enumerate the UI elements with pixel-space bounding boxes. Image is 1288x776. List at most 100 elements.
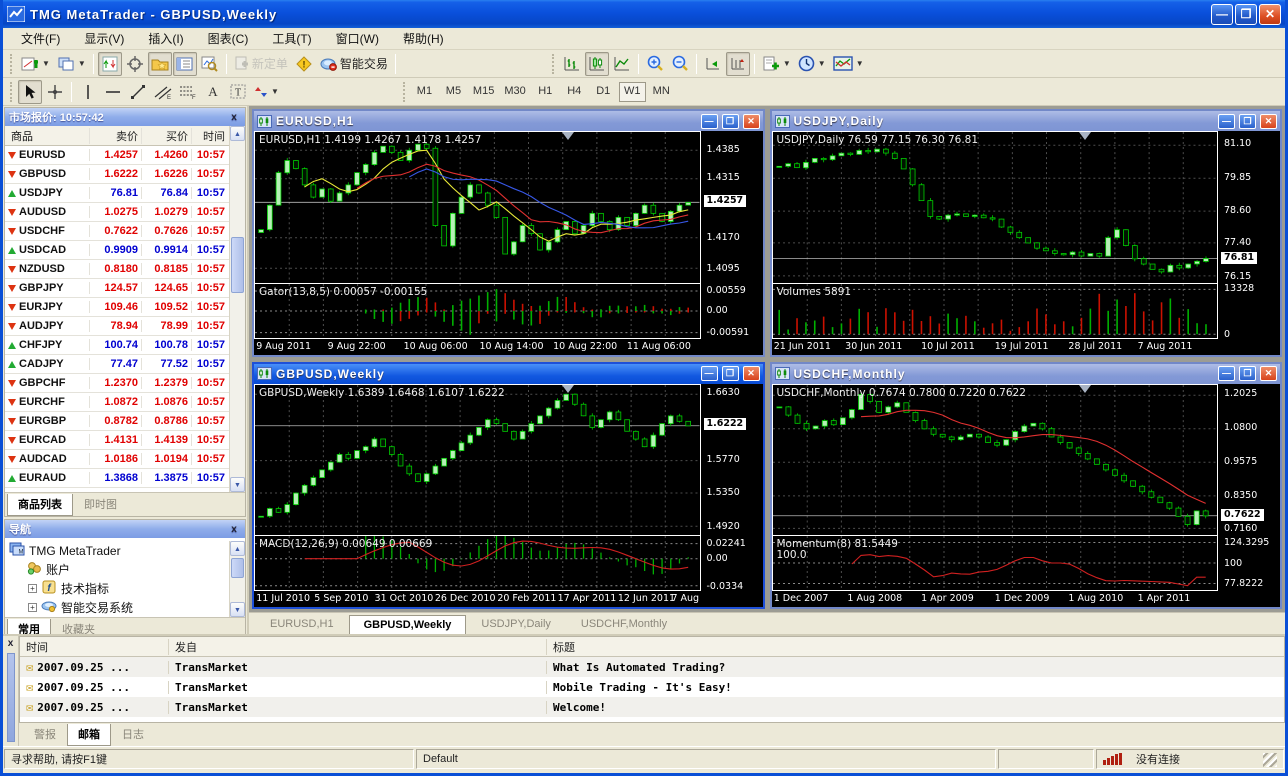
menu-item-2[interactable]: 插入(I) — [136, 28, 195, 49]
column-header-ask[interactable]: 买价 — [141, 128, 191, 144]
chart-window-titlebar[interactable]: USDCHF,Monthly — ❒ ✕ — [772, 364, 1281, 384]
chart-window-titlebar[interactable]: GBPUSD,Weekly — ❒ ✕ — [254, 364, 763, 384]
zoom-in-button[interactable] — [643, 52, 667, 76]
column-header-subject[interactable]: 标题 — [546, 639, 1284, 655]
line-chart-button[interactable] — [610, 52, 634, 76]
menu-item-0[interactable]: 文件(F) — [9, 28, 72, 49]
close-icon[interactable]: x — [227, 524, 241, 535]
column-header-time[interactable]: 时间 — [191, 128, 229, 144]
close-icon[interactable]: x — [227, 112, 241, 123]
chart-price-axis[interactable]: 1.43851.43151.41701.40951.4257 — [701, 131, 763, 284]
chart-indicator-axis[interactable]: 124.329510077.8222 — [1218, 536, 1280, 591]
chart-shift-button[interactable] — [726, 52, 750, 76]
arrows-tool[interactable]: ▼ — [251, 80, 282, 104]
close-button[interactable]: ✕ — [1259, 4, 1281, 25]
chart-tab-gbpusd-weekly[interactable]: GBPUSD,Weekly — [349, 615, 467, 634]
terminal-tab-2[interactable]: 日志 — [111, 723, 155, 746]
chart-close-button[interactable]: ✕ — [743, 366, 760, 381]
periods-button[interactable]: ▼ — [795, 52, 829, 76]
symbol-row-gbpjpy[interactable]: GBPJPY124.57124.6510:57 — [5, 279, 229, 298]
symbol-row-cadjpy[interactable]: CADJPY77.4777.5210:57 — [5, 355, 229, 374]
menu-item-1[interactable]: 显示(V) — [72, 28, 136, 49]
timeframe-m30[interactable]: M30 — [500, 82, 529, 102]
menu-item-5[interactable]: 窗口(W) — [324, 28, 391, 49]
chart-time-axis[interactable]: 11 Jul 20105 Sep 201031 Oct 201026 Dec 2… — [254, 591, 701, 607]
symbol-row-nzdusd[interactable]: NZDUSD0.81800.818510:57 — [5, 260, 229, 279]
chart-indicator-pane[interactable]: MACD(12,26,9) 0.00649 0.00669 — [254, 536, 701, 591]
chart-minimize-button[interactable]: — — [701, 366, 718, 381]
mail-row-2[interactable]: ✉2007.09.25 ...TransMarketWelcome! — [20, 697, 1284, 717]
expert-advisors-button[interactable]: 智能交易 — [317, 52, 391, 76]
menu-item-6[interactable]: 帮助(H) — [391, 28, 456, 49]
timeframe-d1[interactable]: D1 — [590, 82, 617, 102]
navigator-header[interactable]: 导航 x — [5, 520, 245, 538]
indicators-button[interactable]: ▼ — [830, 52, 867, 76]
chart-indicator-axis[interactable]: 0.022410.00-0.0334 — [701, 536, 763, 591]
maximize-button[interactable]: ❒ — [1235, 4, 1257, 25]
symbol-row-gbpchf[interactable]: GBPCHF1.23701.237910:57 — [5, 374, 229, 393]
scroll-down-icon[interactable]: ▼ — [230, 602, 245, 617]
timeframe-m15[interactable]: M15 — [469, 82, 498, 102]
symbol-row-eurgbp[interactable]: EURGBP0.87820.878610:57 — [5, 412, 229, 431]
chart-shift-marker[interactable] — [1079, 385, 1091, 393]
navigator-item-1[interactable]: 账户 — [9, 560, 229, 579]
text-label-tool[interactable]: T — [226, 80, 250, 104]
chart-minimize-button[interactable]: — — [1218, 114, 1235, 129]
market-watch-toggle[interactable] — [98, 52, 122, 76]
resize-grip[interactable] — [1263, 753, 1277, 767]
symbol-row-eurchf[interactable]: EURCHF1.08721.087610:57 — [5, 393, 229, 412]
profiles-button[interactable]: ▼ — [54, 52, 89, 76]
chart-indicator-pane[interactable]: Gator(13,8,5) 0.00057 -0.00155 — [254, 284, 701, 339]
timeframe-h1[interactable]: H1 — [532, 82, 559, 102]
column-header-from[interactable]: 发自 — [168, 639, 546, 655]
fibonacci-tool[interactable]: F — [176, 80, 200, 104]
terminal-grip[interactable]: x — [3, 636, 19, 746]
chart-indicator-pane[interactable]: Momentum(8) 81.5449 100.0 — [772, 536, 1219, 591]
symbol-row-usdjpy[interactable]: USDJPY76.8176.8410:57 — [5, 184, 229, 203]
timeframe-m1[interactable]: M1 — [411, 82, 438, 102]
chart-main-pane[interactable]: USDCHF,Monthly 0.7674 0.7800 0.7220 0.76… — [772, 384, 1219, 537]
expand-icon[interactable]: + — [28, 584, 37, 593]
scroll-up-icon[interactable]: ▲ — [230, 126, 245, 141]
chart-tab-eurusd-h1[interactable]: EURUSD,H1 — [255, 614, 349, 634]
scroll-down-icon[interactable]: ▼ — [230, 477, 245, 492]
chart-main-pane[interactable]: EURUSD,H1 1.4199 1.4267 1.4178 1.4257 — [254, 131, 701, 284]
column-header-time[interactable]: 时间 — [20, 639, 168, 655]
symbol-row-eurusd[interactable]: EURUSD1.42571.426010:57 — [5, 146, 229, 165]
navigator-item-3[interactable]: +智能交易系统 — [9, 598, 229, 617]
symbol-row-chfjpy[interactable]: CHFJPY100.74100.7810:57 — [5, 336, 229, 355]
symbol-row-usdchf[interactable]: USDCHF0.76220.762610:57 — [5, 222, 229, 241]
navigator-item-0[interactable]: MTMG MetaTrader — [9, 541, 229, 560]
navigator-scrollbar[interactable]: ▲ ▼ — [229, 541, 245, 617]
scroll-thumb[interactable] — [231, 558, 244, 578]
zoom-out-button[interactable] — [668, 52, 692, 76]
templates-button[interactable]: ▼ — [759, 52, 794, 76]
chart-main-pane[interactable]: GBPUSD,Weekly 1.6389 1.6468 1.6107 1.622… — [254, 384, 701, 537]
symbol-row-gbpusd[interactable]: GBPUSD1.62221.622610:57 — [5, 165, 229, 184]
new-chart-button[interactable]: ▼ — [18, 52, 53, 76]
chart-restore-button[interactable]: ❒ — [722, 114, 739, 129]
menu-item-4[interactable]: 工具(T) — [260, 28, 323, 49]
trendline-tool[interactable] — [126, 80, 150, 104]
expand-icon[interactable]: + — [28, 603, 37, 612]
chart-time-axis[interactable]: 1 Dec 20071 Aug 20081 Apr 20091 Dec 2009… — [772, 591, 1219, 607]
symbol-row-eurjpy[interactable]: EURJPY109.46109.5210:57 — [5, 298, 229, 317]
terminal-tab-0[interactable]: 警报 — [23, 723, 67, 746]
minimize-button[interactable]: — — [1211, 4, 1233, 25]
chart-close-button[interactable]: ✕ — [743, 114, 760, 129]
symbol-row-audcad[interactable]: AUDCAD1.01861.019410:57 — [5, 450, 229, 469]
important-button[interactable]: ! — [292, 52, 316, 76]
symbol-row-eurcad[interactable]: EURCAD1.41311.413910:57 — [5, 431, 229, 450]
chart-shift-marker[interactable] — [562, 385, 574, 393]
timeframe-mn[interactable]: MN — [648, 82, 675, 102]
chart-main-pane[interactable]: USDJPY,Daily 76.59 77.15 76.30 76.81 — [772, 131, 1219, 284]
market-watch-tab-0[interactable]: 商品列表 — [7, 494, 73, 516]
timeframe-w1[interactable]: W1 — [619, 82, 646, 102]
symbol-row-audusd[interactable]: AUDUSD1.02751.027910:57 — [5, 203, 229, 222]
market-watch-scrollbar[interactable]: ▲ ▼ — [229, 126, 245, 492]
chart-shift-marker[interactable] — [562, 132, 574, 140]
candlestick-chart-button[interactable] — [585, 52, 609, 76]
cursor-tool[interactable] — [18, 80, 42, 104]
new-order-button[interactable]: 新定单 — [231, 52, 291, 76]
chart-tab-usdjpy-daily[interactable]: USDJPY,Daily — [466, 614, 566, 634]
